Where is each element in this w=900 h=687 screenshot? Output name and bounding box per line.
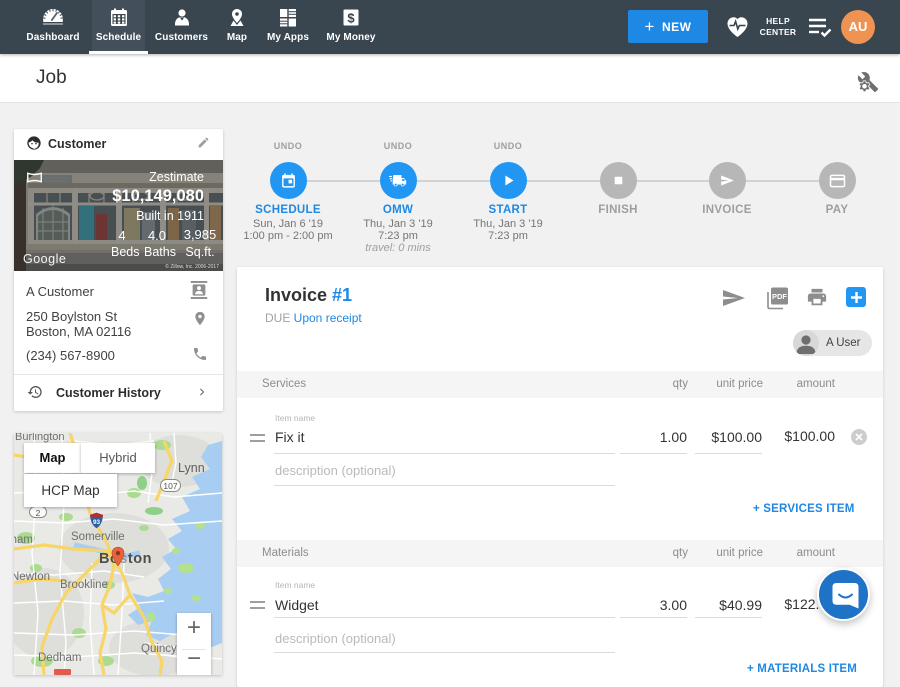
svg-text:PDF: PDF xyxy=(772,292,787,301)
svg-text:$: $ xyxy=(347,11,355,26)
svg-text:93: 93 xyxy=(93,519,101,526)
